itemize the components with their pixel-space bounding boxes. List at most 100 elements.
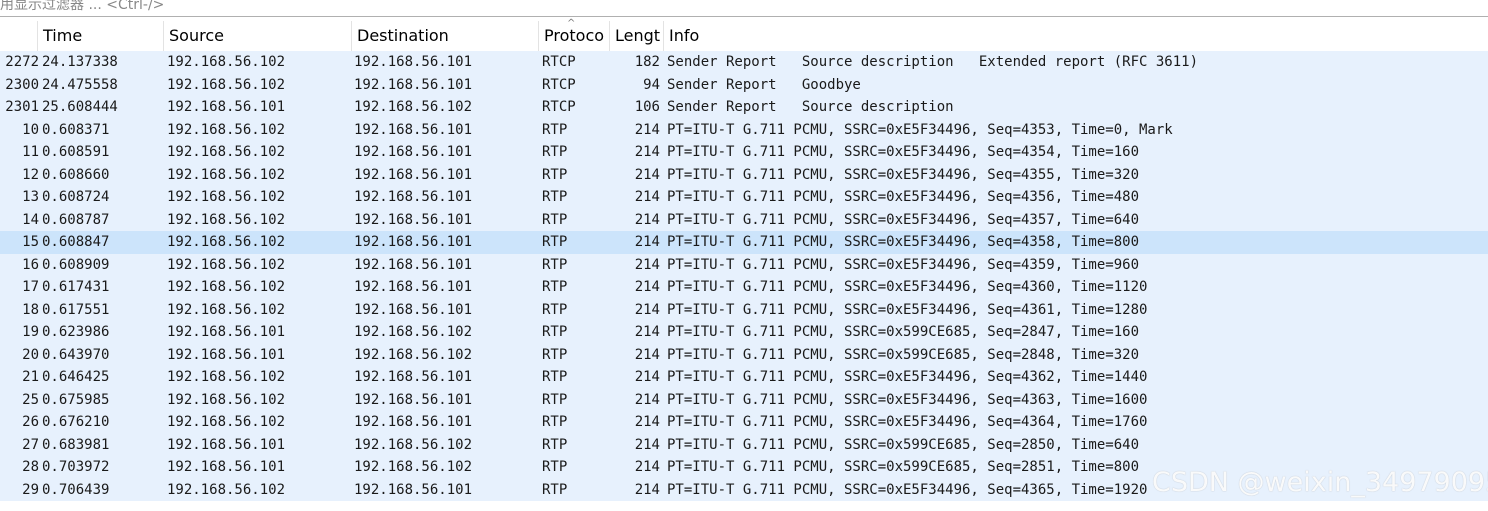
packet-source: 192.168.56.102 xyxy=(167,301,286,318)
packet-protocol: RTP xyxy=(542,459,568,475)
packet-number: 13 xyxy=(22,189,39,205)
packet-row[interactable]: 2272 24.137338 192.168.56.102 192.168.56.10… xyxy=(0,51,1488,74)
packet-number: 25 xyxy=(22,391,39,408)
packet-row[interactable]: 16 0.608909 192.168.56.102 192.168.56.101 RT… xyxy=(0,253,1488,276)
packet-source: 192.168.56.102 xyxy=(167,414,286,430)
packet-time: 0.608591 xyxy=(42,144,110,160)
packet-info: PT=ITU-T G.711 PCMU, SSRC=0xE5F34496, Se… xyxy=(667,211,1140,228)
packet-number: 26 xyxy=(22,414,39,430)
packet-length: 214 xyxy=(634,279,660,295)
packet-row[interactable]: 15 0.608847 192.168.56.102 192.168.56.101 RT… xyxy=(0,231,1488,254)
packet-time: 0.617431 xyxy=(42,279,110,295)
packet-source: 192.168.56.102 xyxy=(167,76,286,93)
packet-protocol: RTP xyxy=(542,121,568,138)
packet-info: PT=ITU-T G.711 PCMU, SSRC=0xE5F34496, Se… xyxy=(667,121,1173,138)
packet-length: 214 xyxy=(634,436,660,453)
packet-protocol: RTCP xyxy=(542,99,576,115)
packet-destination: 192.168.56.101 xyxy=(354,144,473,160)
packet-source: 192.168.56.102 xyxy=(167,211,286,228)
packet-destination: 192.168.56.102 xyxy=(354,346,473,363)
packet-info: PT=ITU-T G.711 PCMU, SSRC=0x599CE685, Se… xyxy=(667,324,1140,340)
packet-row[interactable]: 13 0.608724 192.168.56.102 192.168.56.101 RT… xyxy=(0,186,1488,209)
packet-row[interactable]: 14 0.608787 192.168.56.102 192.168.56.101 RT… xyxy=(0,208,1488,231)
packet-protocol: RTP xyxy=(542,369,568,385)
packet-source: 192.168.56.101 xyxy=(167,459,286,475)
packet-row[interactable]: 25 0.675985 192.168.56.102 192.168.56.101 RT… xyxy=(0,388,1488,411)
packet-list-header: Time Source Destination Protoco Lengt In… xyxy=(0,21,1488,52)
packet-info: PT=ITU-T G.711 PCMU, SSRC=0xE5F34496, Se… xyxy=(667,481,1148,498)
packet-row[interactable]: 28 0.703972 192.168.56.101 192.168.56.102 RT… xyxy=(0,456,1488,479)
packet-row[interactable]: 21 0.646425 192.168.56.102 192.168.56.101 RT… xyxy=(0,366,1488,389)
packet-number: 2301 xyxy=(5,99,39,115)
column-header-destination[interactable]: Destination xyxy=(352,21,539,51)
packet-info: Sender Report Source description xyxy=(667,99,954,115)
packet-destination: 192.168.56.101 xyxy=(354,189,473,205)
packet-source: 192.168.56.102 xyxy=(167,256,286,273)
column-header-info[interactable]: Info xyxy=(664,21,1488,51)
packet-source: 192.168.56.102 xyxy=(167,481,286,498)
packet-info: PT=ITU-T G.711 PCMU, SSRC=0xE5F34496, Se… xyxy=(667,166,1140,183)
packet-time: 0.608371 xyxy=(42,121,110,138)
packet-row[interactable]: 12 0.608660 192.168.56.102 192.168.56.101 RT… xyxy=(0,163,1488,186)
column-header-length[interactable]: Lengt xyxy=(610,21,664,51)
packet-destination: 192.168.56.101 xyxy=(354,211,473,228)
display-filter-input[interactable] xyxy=(0,0,1480,16)
packet-row[interactable]: 2300 24.475558 192.168.56.102 192.168.56.10… xyxy=(0,73,1488,96)
packet-row[interactable]: 17 0.617431 192.168.56.102 192.168.56.101 RT… xyxy=(0,276,1488,299)
packet-number: 27 xyxy=(22,436,39,453)
packet-row[interactable]: 2301 25.608444 192.168.56.101 192.168.56.10… xyxy=(0,96,1488,119)
packet-destination: 192.168.56.101 xyxy=(354,234,473,250)
packet-time: 25.608444 xyxy=(42,99,118,115)
packet-protocol: RTP xyxy=(542,234,568,250)
packet-row[interactable]: 27 0.683981 192.168.56.101 192.168.56.102 RT… xyxy=(0,433,1488,456)
packet-time: 0.617551 xyxy=(42,301,110,318)
packet-info: PT=ITU-T G.711 PCMU, SSRC=0xE5F34496, Se… xyxy=(667,391,1148,408)
packet-length: 106 xyxy=(634,99,660,115)
packet-time: 0.675985 xyxy=(42,391,110,408)
packet-source: 192.168.56.102 xyxy=(167,369,286,385)
packet-number: 19 xyxy=(22,324,39,340)
packet-protocol: RTP xyxy=(542,324,568,340)
packet-source: 192.168.56.102 xyxy=(167,144,286,160)
packet-row[interactable]: 29 0.706439 192.168.56.102 192.168.56.101 RT… xyxy=(0,478,1488,501)
packet-source: 192.168.56.101 xyxy=(167,99,286,115)
packet-source: 192.168.56.102 xyxy=(167,391,286,408)
packet-destination: 192.168.56.101 xyxy=(354,369,473,385)
packet-destination: 192.168.56.101 xyxy=(354,121,473,138)
packet-row[interactable]: 20 0.643970 192.168.56.101 192.168.56.102 RT… xyxy=(0,343,1488,366)
packet-length: 214 xyxy=(634,211,660,228)
packet-list[interactable]: 2272 24.137338 192.168.56.102 192.168.56.10… xyxy=(0,51,1488,511)
packet-row[interactable]: 19 0.623986 192.168.56.101 192.168.56.102 RT… xyxy=(0,321,1488,344)
packet-row[interactable]: 18 0.617551 192.168.56.102 192.168.56.101 RT… xyxy=(0,298,1488,321)
packet-number: 2272 xyxy=(5,54,39,70)
packet-destination: 192.168.56.101 xyxy=(354,54,473,70)
packet-protocol: RTP xyxy=(542,414,568,430)
packet-time: 0.706439 xyxy=(42,481,110,498)
packet-row[interactable]: 26 0.676210 192.168.56.102 192.168.56.101 RT… xyxy=(0,411,1488,434)
packet-source: 192.168.56.102 xyxy=(167,189,286,205)
column-header-source[interactable]: Source xyxy=(164,21,352,51)
packet-info: PT=ITU-T G.711 PCMU, SSRC=0xE5F34496, Se… xyxy=(667,144,1140,160)
packet-row[interactable]: 10 0.608371 192.168.56.102 192.168.56.101 RT… xyxy=(0,118,1488,141)
display-filter-bar xyxy=(0,0,1488,17)
column-header-time[interactable]: Time xyxy=(38,21,164,51)
packet-time: 24.475558 xyxy=(42,76,118,93)
packet-destination: 192.168.56.101 xyxy=(354,414,473,430)
packet-time: 0.608847 xyxy=(42,234,110,250)
packet-protocol: RTP xyxy=(542,166,568,183)
packet-row[interactable]: 11 0.608591 192.168.56.102 192.168.56.101 RT… xyxy=(0,141,1488,164)
packet-length: 214 xyxy=(634,369,660,385)
packet-number: 16 xyxy=(22,256,39,273)
packet-number: 21 xyxy=(22,369,39,385)
packet-info: PT=ITU-T G.711 PCMU, SSRC=0xE5F34496, Se… xyxy=(667,189,1140,205)
packet-number: 20 xyxy=(22,346,39,363)
packet-info: PT=ITU-T G.711 PCMU, SSRC=0x599CE685, Se… xyxy=(667,459,1140,475)
packet-number: 17 xyxy=(22,279,39,295)
column-header-no[interactable] xyxy=(0,21,38,51)
packet-info: PT=ITU-T G.711 PCMU, SSRC=0x599CE685, Se… xyxy=(667,436,1140,453)
packet-length: 214 xyxy=(634,256,660,273)
packet-number: 11 xyxy=(22,144,39,160)
packet-time: 0.608660 xyxy=(42,166,110,183)
packet-length: 214 xyxy=(634,121,660,138)
packet-destination: 192.168.56.101 xyxy=(354,256,473,273)
